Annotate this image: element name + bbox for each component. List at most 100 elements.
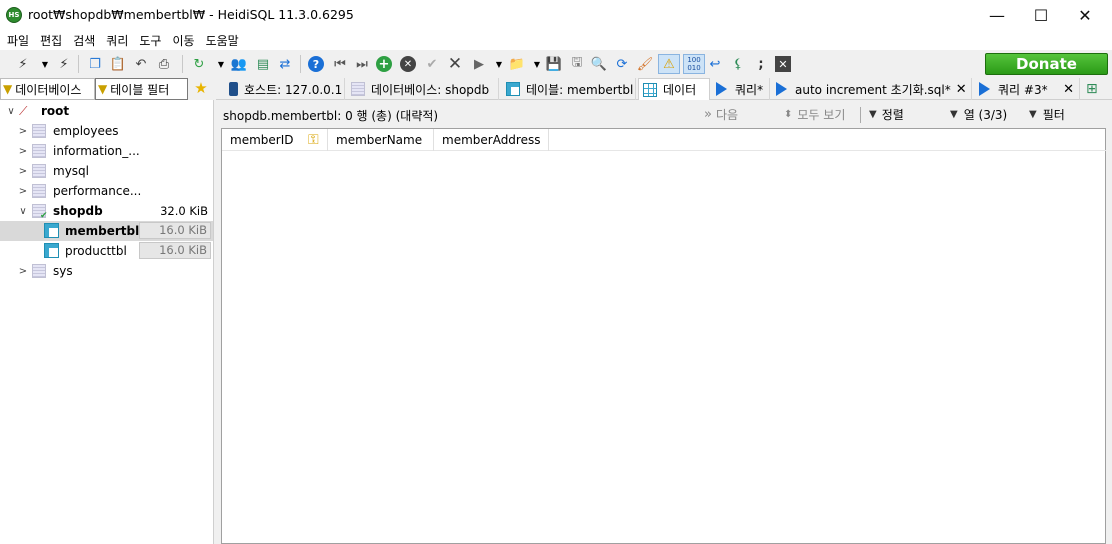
- find-icon[interactable]: 🔍: [590, 55, 608, 73]
- print-icon[interactable]: ⎙: [155, 55, 173, 73]
- menu-edit[interactable]: 편집: [37, 32, 70, 49]
- last-icon[interactable]: ⏭: [353, 55, 371, 73]
- tab-table[interactable]: 테이블: membertbl: [502, 78, 636, 100]
- table-icon: [506, 82, 520, 96]
- database-filter-label: 데이터베이스: [15, 82, 82, 97]
- chevron-right-icon[interactable]: >: [17, 186, 29, 197]
- chevron-right-icon[interactable]: >: [17, 126, 29, 137]
- server-icon: ⟋: [19, 103, 28, 118]
- tab-auto-increment-sql[interactable]: auto increment 초기화.sql* ✕: [772, 78, 972, 100]
- chevron-right-icon[interactable]: >: [17, 146, 29, 157]
- replace-icon[interactable]: ⟳: [613, 55, 631, 73]
- tree-item-membertbl[interactable]: membertbl 16.0 KiB: [0, 221, 213, 241]
- menu-search[interactable]: 검색: [70, 32, 103, 49]
- open-icon[interactable]: 📁: [508, 55, 526, 73]
- query-play-icon: [776, 82, 787, 96]
- new-query-tab-icon[interactable]: ⊞: [1082, 78, 1104, 100]
- query-play-icon: [979, 82, 990, 96]
- chevron-down-icon[interactable]: ∨: [17, 206, 29, 217]
- tab-query-3[interactable]: 쿼리 #3* ✕: [975, 78, 1080, 100]
- tree-item-label: root: [41, 104, 70, 118]
- save-icon[interactable]: 💾: [545, 55, 563, 73]
- chevron-right-icon[interactable]: >: [17, 266, 29, 277]
- first-icon[interactable]: ⏮: [331, 55, 349, 73]
- warning-icon[interactable]: ⚠: [658, 54, 680, 74]
- data-grid[interactable]: memberID ⚿ memberName memberAddress: [221, 128, 1106, 544]
- format-icon[interactable]: ⚸: [729, 55, 747, 73]
- sort-button[interactable]: ▼ 정렬: [860, 106, 904, 123]
- database-icon: [32, 184, 46, 198]
- insert-icon[interactable]: +: [376, 56, 392, 72]
- menu-tools[interactable]: 도구: [136, 32, 169, 49]
- next-button[interactable]: » 다음: [704, 106, 738, 123]
- column-header-label: memberName: [336, 133, 423, 147]
- clean-icon[interactable]: 🖌: [636, 55, 654, 73]
- sync-icon[interactable]: ⇄: [276, 55, 294, 73]
- open-dropdown-icon[interactable]: ▼: [528, 55, 546, 73]
- table-size: 16.0 KiB: [139, 222, 211, 239]
- close-tab-icon[interactable]: ✕: [1058, 82, 1079, 97]
- copy-icon[interactable]: ❐: [86, 55, 104, 73]
- double-chevron-right-icon: »: [704, 107, 712, 122]
- refresh-icon[interactable]: ↻: [190, 55, 208, 73]
- tab-host[interactable]: 호스트: 127.0.0.1: [222, 78, 345, 100]
- connect-dropdown-icon[interactable]: ▼: [36, 55, 54, 73]
- menu-file[interactable]: 파일: [4, 32, 37, 49]
- tree-item-shopdb[interactable]: ∨ ✔ shopdb 32.0 KiB: [0, 201, 213, 221]
- chevron-right-icon[interactable]: >: [17, 166, 29, 177]
- show-all-button[interactable]: ⬍ 모두 보기: [784, 106, 845, 123]
- up-down-icon: ⬍: [784, 109, 793, 120]
- table-filter[interactable]: ▼ 테이블 필터: [95, 78, 188, 100]
- tree-item-employees[interactable]: > employees: [0, 121, 213, 141]
- undo-icon[interactable]: ↶: [132, 55, 150, 73]
- post-icon[interactable]: ✔: [423, 55, 441, 73]
- cancel-icon[interactable]: ✕: [400, 56, 416, 72]
- semicolon-icon[interactable]: ;: [752, 55, 770, 73]
- help-icon[interactable]: ?: [308, 56, 324, 72]
- run-icon[interactable]: ▶: [470, 55, 488, 73]
- export-icon[interactable]: ▤: [254, 55, 272, 73]
- filter-button[interactable]: ▼ 필터: [1029, 106, 1065, 123]
- user-manager-icon[interactable]: 👥: [230, 55, 248, 73]
- table-size: 16.0 KiB: [139, 242, 211, 259]
- tree-item-root[interactable]: ∨ ⟋ root: [0, 101, 213, 121]
- database-filter[interactable]: ▼ 데이터베이스: [0, 78, 95, 100]
- dropdown-icon: ▼: [869, 109, 877, 120]
- maximize-button[interactable]: ☐: [1018, 0, 1064, 30]
- column-header-membername[interactable]: memberName: [328, 129, 434, 151]
- chevron-down-icon[interactable]: ∨: [5, 106, 17, 117]
- close-query-icon[interactable]: ✕: [775, 56, 791, 72]
- binary-icon[interactable]: 100 010: [683, 54, 705, 74]
- donate-button[interactable]: Donate: [985, 53, 1108, 75]
- window-title: root₩shopdb₩membertbl₩ - HeidiSQL 11.3.0…: [28, 7, 354, 22]
- tree-item-mysql[interactable]: > mysql: [0, 161, 213, 181]
- connect-icon[interactable]: ⚡: [14, 55, 32, 73]
- tab-data[interactable]: 데이터: [638, 78, 710, 101]
- tree-item-producttbl[interactable]: producttbl 16.0 KiB: [0, 241, 213, 261]
- refresh-dropdown-icon[interactable]: ▼: [212, 55, 230, 73]
- wrap-icon[interactable]: ↩: [706, 55, 724, 73]
- menu-help[interactable]: 도움말: [203, 32, 247, 49]
- close-tab-icon[interactable]: ✕: [951, 82, 971, 97]
- tree-item-label: membertbl: [65, 224, 140, 238]
- tree-item-label: performance...: [53, 184, 142, 198]
- tab-label: auto increment 초기화.sql*: [795, 82, 951, 97]
- tree-item-information-schema[interactable]: > information_...: [0, 141, 213, 161]
- tab-label: 데이터베이스: shopdb: [371, 82, 490, 97]
- tab-database[interactable]: 데이터베이스: shopdb: [347, 78, 499, 100]
- menu-query[interactable]: 쿼리: [103, 32, 136, 49]
- close-button[interactable]: ✕: [1062, 0, 1108, 30]
- tree-item-sys[interactable]: > sys: [0, 261, 213, 281]
- minimize-button[interactable]: —: [974, 0, 1020, 30]
- favorites-star-icon[interactable]: ★: [191, 79, 211, 99]
- column-header-memberaddress[interactable]: memberAddress: [434, 129, 549, 151]
- columns-button[interactable]: ▼ 열 (3/3): [950, 106, 1007, 123]
- run-dropdown-icon[interactable]: ▼: [490, 55, 508, 73]
- paste-icon[interactable]: 📋: [109, 55, 127, 73]
- delete-icon[interactable]: ✕: [446, 54, 464, 74]
- menu-go[interactable]: 이동: [169, 32, 202, 49]
- disconnect-icon[interactable]: ⚡: [55, 55, 73, 73]
- save-as-icon[interactable]: 🖫: [568, 55, 586, 73]
- tree-item-performance-schema[interactable]: > performance...: [0, 181, 213, 201]
- tab-query[interactable]: 쿼리*: [712, 78, 770, 100]
